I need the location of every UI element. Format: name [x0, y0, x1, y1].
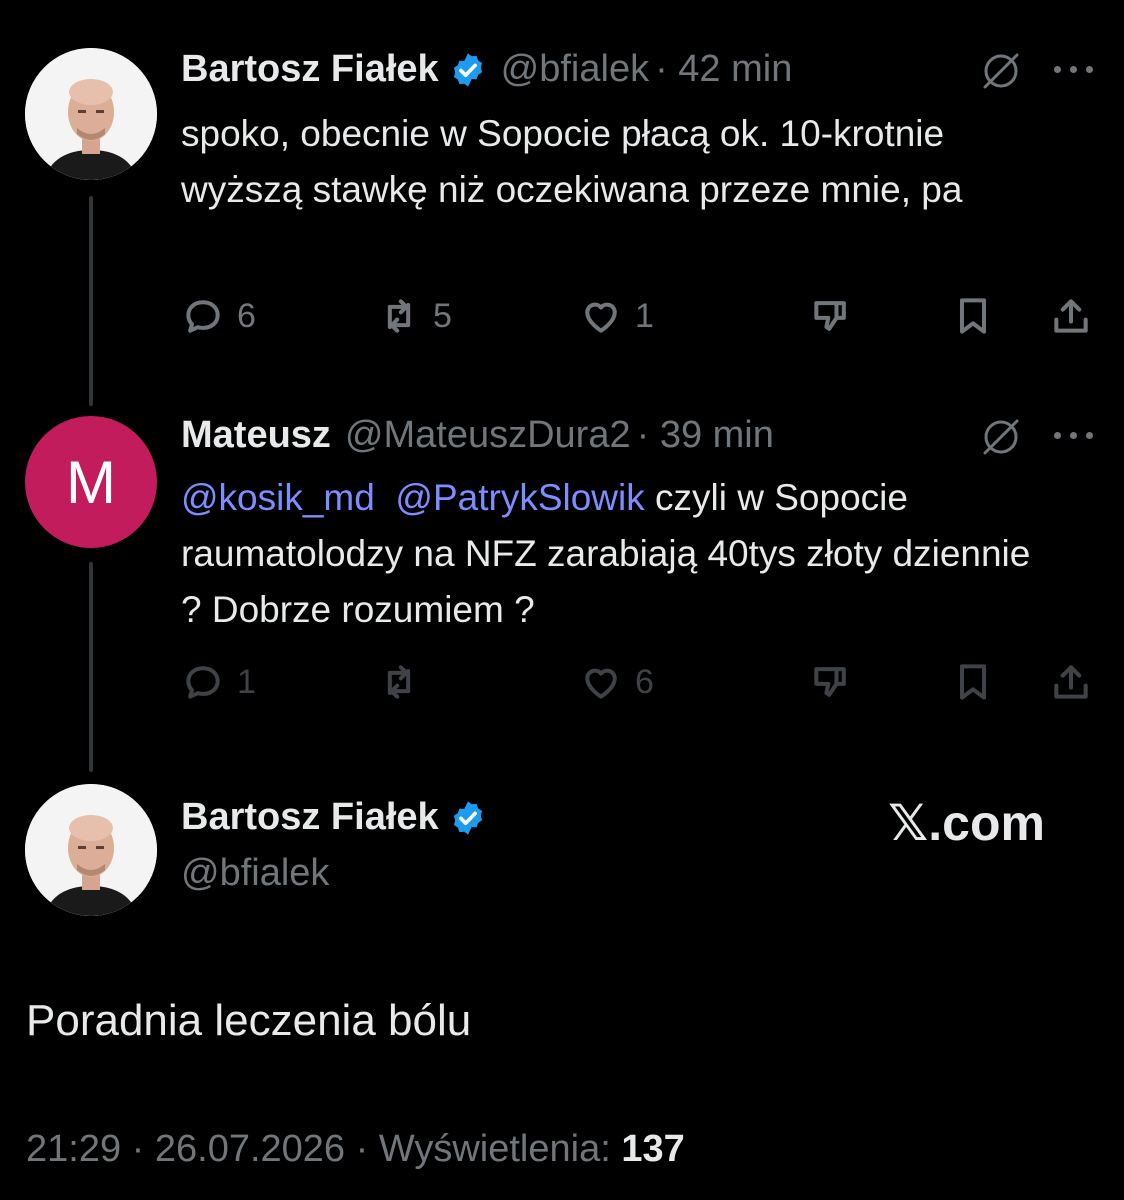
author-name[interactable]: Bartosz Fiałek [181, 796, 439, 839]
thread-line [89, 196, 93, 406]
action-bar: 1 6 [181, 660, 1093, 710]
avatar-photo [25, 48, 157, 180]
reply-count: 1 [237, 662, 256, 701]
mention-link[interactable]: @kosik_md [181, 477, 375, 518]
author-name[interactable]: Mateusz [181, 414, 331, 457]
grok-icon[interactable] [978, 414, 1024, 460]
verified-icon [453, 52, 482, 87]
x-com-watermark: 𝕏.com [888, 795, 1045, 851]
repost-icon [387, 299, 411, 333]
like-button[interactable]: 1 [579, 294, 654, 338]
main-header: Bartosz Fiałek [181, 796, 501, 839]
action-bar: 6 5 1 [181, 294, 1093, 344]
bookmark-icon [959, 664, 987, 700]
tweet-text: @kosik_md @PatrykSlowik czyli w Sopocie … [181, 470, 1061, 638]
tweet-meta: 21:29 · 26.07.2026 · Wyświetlenia: 137 [26, 1128, 685, 1171]
dislike-button[interactable] [809, 660, 853, 704]
reply-header: Bartosz Fiałek @bfialek · 42 min [181, 48, 792, 91]
main-tweet-text: Poradnia leczenia bólu [26, 996, 472, 1045]
avatar[interactable]: M [25, 416, 157, 548]
post-time[interactable]: · 42 min [655, 48, 792, 91]
verified-icon [453, 800, 482, 835]
like-count: 6 [635, 662, 654, 701]
bookmark-button[interactable] [951, 294, 995, 338]
grok-icon[interactable] [978, 48, 1024, 94]
share-button[interactable] [1049, 660, 1093, 704]
reply-header: Mateusz @MateuszDura2 · 39 min [181, 414, 774, 457]
author-handle[interactable]: @MateuszDura2 [345, 414, 631, 457]
bookmark-button[interactable] [951, 660, 995, 704]
like-count: 1 [635, 296, 654, 335]
thread-line [89, 562, 93, 772]
like-icon [585, 668, 617, 699]
share-button[interactable] [1049, 294, 1093, 338]
mention-link[interactable]: @PatrykSlowik [395, 477, 644, 518]
dislike-icon [814, 667, 846, 697]
repost-icon [387, 665, 411, 699]
avatar-photo [25, 784, 157, 916]
like-button[interactable]: 6 [579, 660, 654, 704]
repost-button[interactable] [377, 660, 421, 704]
more-icon[interactable] [1052, 430, 1096, 442]
more-icon[interactable] [1052, 64, 1096, 76]
author-handle[interactable]: @bfialek [181, 852, 329, 895]
dislike-button[interactable] [809, 294, 853, 338]
avatar[interactable] [25, 48, 157, 180]
reply-icon [186, 300, 220, 333]
timestamp[interactable]: 21:29 · 26.07.2026 · Wyświetlenia: [26, 1128, 621, 1170]
repost-count: 5 [433, 296, 452, 335]
share-icon [1054, 665, 1088, 699]
share-icon [1054, 299, 1088, 333]
reply-button[interactable]: 6 [181, 294, 256, 338]
like-icon [585, 302, 617, 333]
reply-icon [186, 666, 220, 699]
tweet-text: spoko, obecnie w Sopocie płacą ok. 10-kr… [181, 113, 963, 210]
author-name[interactable]: Bartosz Fiałek [181, 48, 439, 91]
avatar-letter: M [66, 448, 116, 516]
dislike-icon [814, 301, 846, 331]
reply-count: 6 [237, 296, 256, 335]
reply-button[interactable]: 1 [181, 660, 256, 704]
avatar[interactable] [25, 784, 157, 916]
views-count: 137 [621, 1128, 685, 1170]
repost-button[interactable]: 5 [377, 294, 452, 338]
author-handle[interactable]: @bfialek [501, 48, 649, 91]
post-time[interactable]: · 39 min [637, 414, 774, 457]
bookmark-icon [959, 298, 987, 334]
